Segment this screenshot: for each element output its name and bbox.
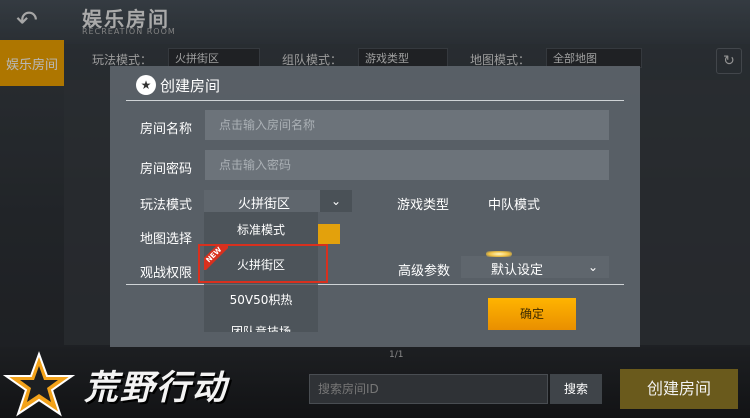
game-type-label: 游戏类型 [397, 198, 450, 213]
play-mode-select[interactable]: 火拼街区 ⌄ [204, 190, 352, 212]
room-search-input[interactable]: 搜索房间ID [309, 374, 548, 404]
confirm-button[interactable]: 确定 [488, 298, 576, 330]
advanced-select[interactable]: 默认设定 ⌄ [461, 256, 609, 278]
room-name-label: 房间名称 [140, 122, 193, 137]
dropdown-option-standard[interactable]: 标准模式 [204, 216, 318, 244]
room-password-label: 房间密码 [140, 162, 193, 177]
chevron-down-icon[interactable]: ⌄ [320, 190, 352, 212]
dropdown-divider [204, 284, 318, 285]
brand-logo-icon [2, 351, 76, 417]
advanced-label: 高级参数 [398, 264, 451, 279]
play-mode-label: 玩法模式 [140, 198, 193, 213]
search-button[interactable]: 搜索 [550, 374, 602, 404]
new-badge-label: NEW [204, 246, 228, 270]
dropdown-option-team[interactable]: 团队竞技场 [204, 318, 318, 332]
chevron-down-icon[interactable]: ⌄ [577, 256, 609, 278]
game-logo-icon: ★ [136, 75, 156, 95]
dialog-title: 创建房间 [160, 76, 221, 95]
room-name-input[interactable]: 点击输入房间名称 [205, 110, 609, 140]
spectate-label: 观战权限 [140, 266, 193, 281]
game-type-value[interactable]: 中队模式 [488, 194, 540, 213]
map-select-label: 地图选择 [140, 232, 193, 247]
brand-name: 荒野行动 [84, 368, 228, 408]
dropdown-option-50v50[interactable]: 50V50枳热 [204, 286, 318, 314]
header-divider [126, 100, 624, 101]
sparkle-effect [486, 251, 512, 257]
advanced-value: 默认设定 [490, 263, 543, 278]
play-mode-value: 火拼街区 [237, 197, 290, 212]
room-password-input[interactable]: 点击输入密码 [205, 150, 609, 180]
page-indicator: 1/1 [389, 350, 404, 360]
dialog-header: ★ 创建房间 [136, 74, 220, 96]
create-room-button[interactable]: 创建房间 [620, 369, 738, 409]
new-badge: NEW [204, 246, 228, 270]
map-select-button[interactable] [318, 224, 340, 244]
footer-divider [126, 284, 624, 285]
